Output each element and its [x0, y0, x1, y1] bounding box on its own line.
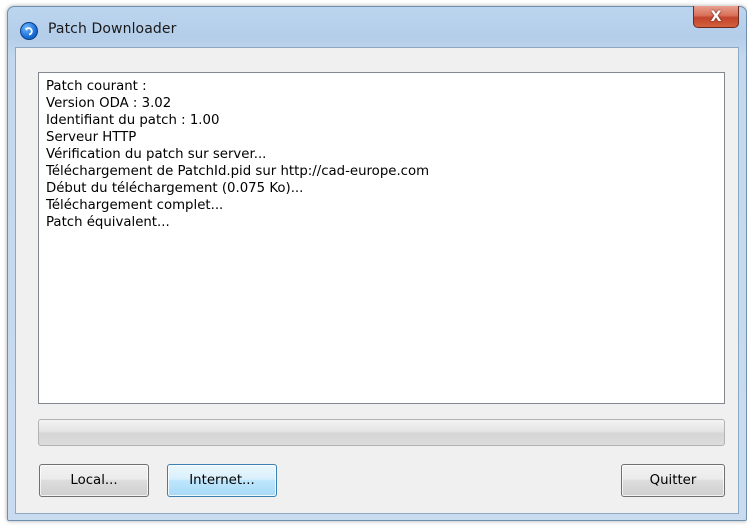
log-line: Patch équivalent... [46, 215, 170, 230]
close-button[interactable]: X [693, 6, 739, 28]
local-button[interactable]: Local... [39, 464, 149, 497]
internet-button[interactable]: Internet... [167, 464, 277, 497]
log-line: Version ODA : 3.02 [46, 96, 172, 111]
log-line: Patch courant : [46, 79, 147, 94]
quit-button[interactable]: Quitter [621, 464, 725, 497]
log-line: Serveur HTTP [46, 130, 137, 145]
patch-downloader-window: Patch Downloader X Patch courant : Versi… [7, 6, 747, 521]
log-line: Identifiant du patch : 1.00 [46, 113, 220, 128]
log-line: Téléchargement de PatchId.pid sur http:/… [46, 164, 430, 179]
log-line: Téléchargement complet... [46, 198, 224, 213]
download-progress-bar [38, 419, 725, 446]
app-info-icon [20, 22, 38, 40]
log-textbox[interactable]: Patch courant : Version ODA : 3.02 Ident… [38, 72, 725, 404]
log-line: Vérification du patch sur server... [46, 147, 267, 162]
close-icon: X [710, 8, 722, 25]
log-line: Début du téléchargement (0.075 Ko)... [46, 181, 304, 196]
client-area: Patch courant : Version ODA : 3.02 Ident… [15, 47, 739, 514]
window-title: Patch Downloader [48, 21, 177, 37]
